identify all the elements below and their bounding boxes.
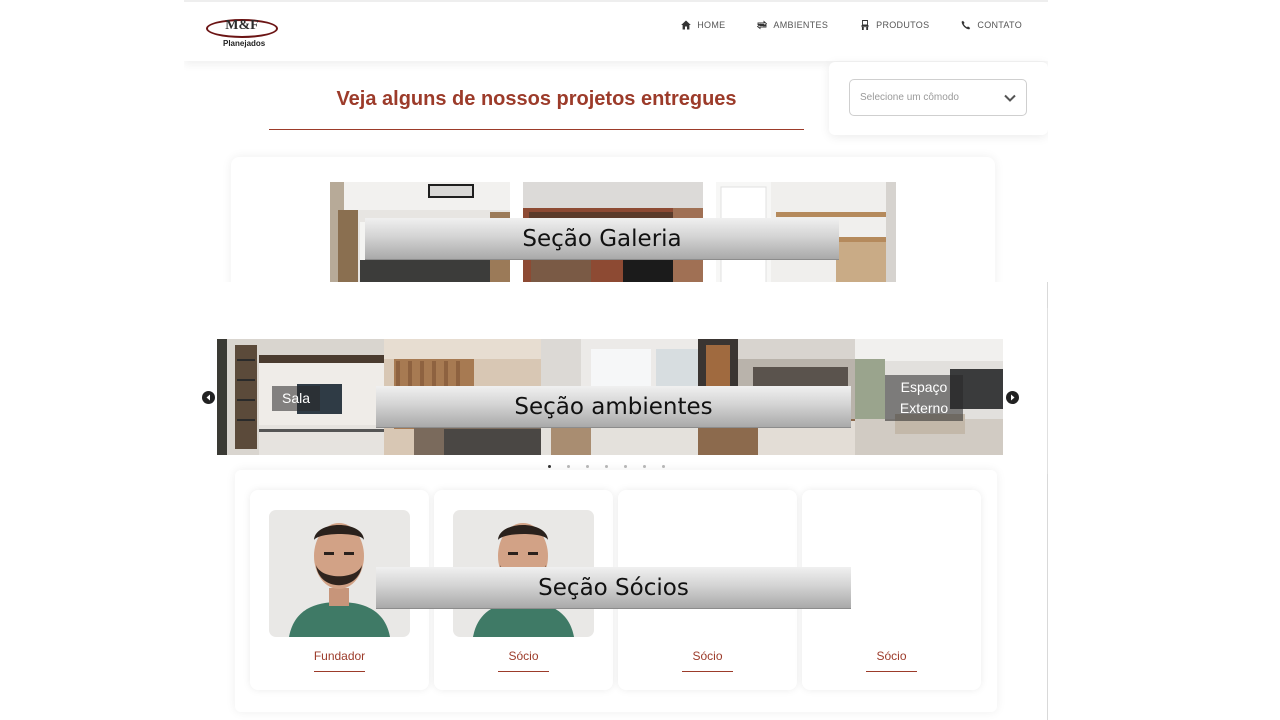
room-select-placeholder: Selecione um cômodo — [860, 92, 959, 103]
carousel-dot[interactable] — [548, 465, 551, 468]
navbar: M&F Planejados HOME AMBIENTES PRODUTOS C… — [184, 0, 1048, 61]
annotation-gallery: Seção Galeria — [365, 218, 839, 260]
nav-contato-label: CONTATO — [977, 20, 1022, 30]
carousel-dot[interactable] — [586, 465, 589, 468]
logo-subtitle: Planejados — [223, 39, 266, 48]
carousel-prev-button[interactable] — [202, 391, 215, 404]
carousel-dot[interactable] — [605, 465, 608, 468]
room-filter-card: Selecione um cômodo — [829, 62, 1048, 135]
annotation-socios: Seção Sócios — [376, 567, 851, 609]
nav-produtos[interactable]: PRODUTOS — [860, 20, 929, 30]
partner-role: Fundador — [313, 649, 366, 663]
nav-produtos-label: PRODUTOS — [876, 20, 930, 30]
home-icon — [681, 20, 692, 30]
chair-icon — [861, 20, 869, 30]
chevron-right-icon — [1011, 394, 1015, 401]
slide-label-line: Espaço — [900, 379, 948, 395]
chevron-left-icon — [206, 394, 210, 401]
arrows-icon — [757, 20, 768, 30]
phone-icon — [961, 20, 971, 30]
logo-mark: M&F — [225, 18, 259, 33]
carousel-dot[interactable] — [662, 465, 665, 468]
room-select[interactable]: Selecione um cômodo — [849, 79, 1027, 116]
partner-role-underline — [866, 671, 917, 672]
partner-role: Sócio — [692, 649, 723, 663]
gallery-title-wrap: Veja alguns de nossos projetos entregues — [269, 88, 804, 111]
slide-label-line: Externo — [899, 400, 949, 416]
nav-ambientes[interactable]: AMBIENTES — [757, 20, 828, 30]
nav-ambientes-label: AMBIENTES — [773, 20, 829, 30]
partner-role: Sócio — [508, 649, 539, 663]
chevron-down-icon — [1004, 94, 1016, 102]
nav-home[interactable]: HOME — [681, 20, 725, 30]
slide-frame-line — [1047, 308, 1048, 474]
main-nav: HOME AMBIENTES PRODUTOS CONTATO — [649, 20, 1022, 30]
gallery-title: Veja alguns de nossos projetos entregues — [336, 88, 737, 110]
carousel-next-button[interactable] — [1006, 391, 1019, 404]
partner-role-underline — [498, 671, 549, 672]
slide-label-sala: Sala — [272, 386, 320, 411]
nav-home-label: HOME — [697, 20, 726, 30]
carousel-slide[interactable]: Espaço Externo — [855, 339, 1003, 455]
partner-role-underline — [682, 671, 733, 672]
partner-role-underline — [314, 671, 365, 672]
title-underline — [269, 129, 804, 130]
carousel-slide[interactable]: Sala — [217, 339, 384, 455]
carousel-dot[interactable] — [567, 465, 570, 468]
carousel-dot[interactable] — [643, 465, 646, 468]
slide-label-espaco-externo: Espaço Externo — [885, 375, 963, 421]
carousel-dot[interactable] — [624, 465, 627, 468]
carousel-dots — [548, 465, 665, 468]
annotation-ambientes: Seção ambientes — [376, 386, 851, 428]
partner-role: Sócio — [876, 649, 907, 663]
nav-contato[interactable]: CONTATO — [961, 20, 1022, 30]
logo[interactable]: M&F Planejados — [206, 16, 284, 52]
